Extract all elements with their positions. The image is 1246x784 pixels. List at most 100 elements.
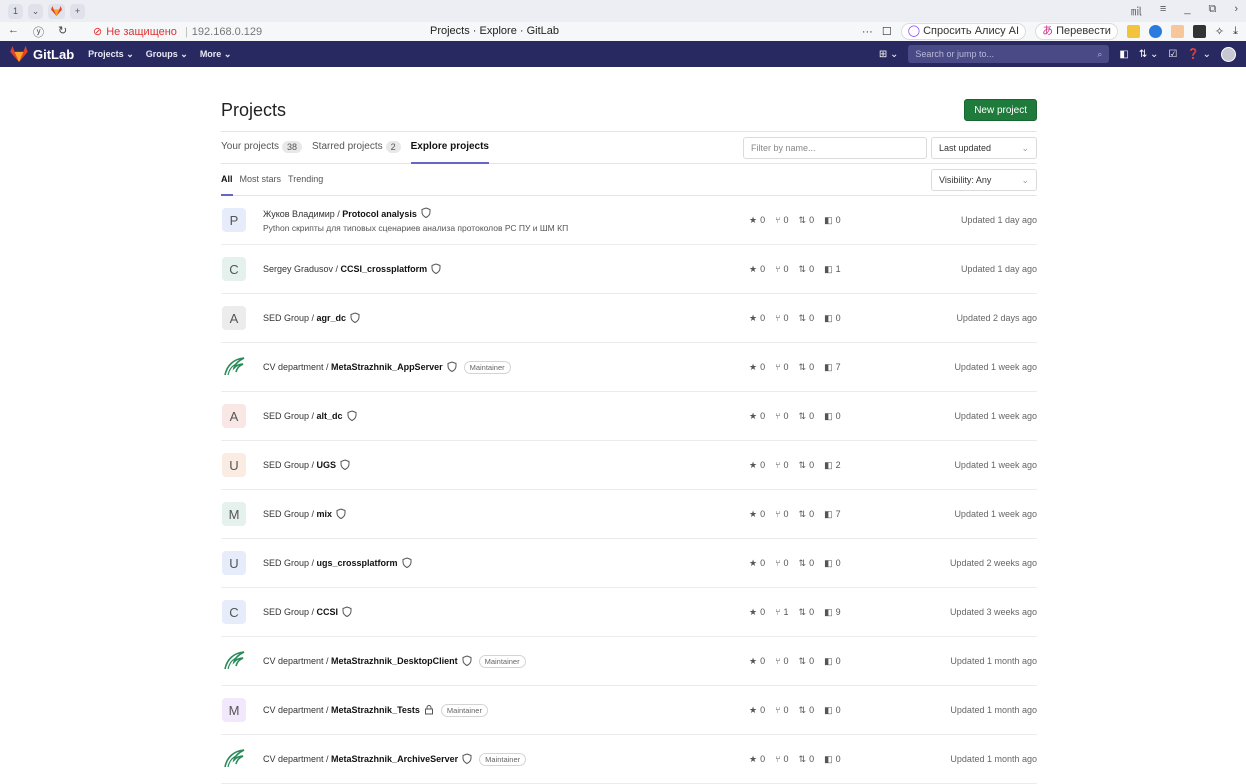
translate-button[interactable]: あ Перевести	[1035, 23, 1118, 40]
project-avatar[interactable]: C	[222, 257, 246, 281]
stars-count[interactable]: ★ 0	[749, 215, 765, 226]
yandex-icon[interactable]: ⓨ	[33, 24, 44, 40]
extension-icon[interactable]	[1126, 25, 1140, 38]
downloads-icon[interactable]: ⤓	[1233, 25, 1238, 38]
merge-requests-count[interactable]: ⇅ 0	[799, 264, 815, 275]
filter-input[interactable]: Filter by name...	[743, 137, 927, 159]
insecure-label[interactable]: Не защищено	[106, 26, 177, 38]
extension-icon[interactable]	[1170, 25, 1184, 38]
stars-count[interactable]: ★ 0	[749, 558, 765, 569]
back-icon[interactable]: ←	[8, 24, 19, 40]
stars-count[interactable]: ★ 0	[749, 705, 765, 716]
extension-icon[interactable]	[1192, 25, 1206, 38]
close-icon[interactable]: ›	[1234, 3, 1238, 19]
issues-count[interactable]: ◧ 2	[824, 460, 841, 471]
project-avatar[interactable]: A	[222, 306, 246, 330]
project-name-link[interactable]: CV department / MetaStrazhnik_DesktopCli…	[263, 654, 1037, 668]
project-logo-icon[interactable]	[222, 649, 246, 673]
issues-count[interactable]: ◧ 0	[824, 558, 841, 569]
extension-icon[interactable]	[1148, 25, 1162, 38]
project-name-link[interactable]: SED Group / UGS	[263, 458, 1037, 472]
project-name-link[interactable]: CV department / MetaStrazhnik_Tests Maint…	[263, 703, 1037, 717]
visibility-select[interactable]: Visibility: Any ⌄	[931, 169, 1037, 191]
project-row[interactable]: C Sergey Gradusov / CCSI_crossplatform ★ 0 ⑂…	[221, 245, 1037, 294]
project-row[interactable]: M SED Group / mix ★ 0 ⑂ 0 ⇅ 0 ◧ 7 Updated 1 week a…	[221, 490, 1037, 539]
tab-your-projects[interactable]: Your projects 38	[221, 131, 303, 164]
forks-count[interactable]: ⑂ 0	[775, 313, 788, 324]
issues-count[interactable]: ◧ 7	[824, 362, 841, 373]
project-row[interactable]: P Жуков Владимир / Protocol analysis Pytho…	[221, 196, 1037, 245]
project-row[interactable]: A SED Group / alt_dc ★ 0 ⑂ 0 ⇅ 0 ◧ 0 Updated 1 wee…	[221, 392, 1037, 441]
reload-icon[interactable]: ↻	[58, 24, 67, 40]
bookmark-icon[interactable]: ☐	[882, 25, 892, 38]
merge-requests-count[interactable]: ⇅ 0	[799, 313, 815, 324]
project-name-link[interactable]: Sergey Gradusov / CCSI_crossplatform	[263, 262, 1037, 276]
stars-count[interactable]: ★ 0	[749, 264, 765, 275]
tab-counter[interactable]: 1	[8, 3, 23, 19]
subtab-trending[interactable]: Trending	[288, 164, 323, 196]
stars-count[interactable]: ★ 0	[749, 754, 765, 765]
merge-requests-count[interactable]: ⇅ 0	[799, 656, 815, 667]
stars-count[interactable]: ★ 0	[749, 607, 765, 618]
forks-count[interactable]: ⑂ 0	[775, 215, 788, 226]
merge-requests-count[interactable]: ⇅ 0	[799, 558, 815, 569]
help-icon[interactable]: ❓ ⌄	[1187, 49, 1211, 60]
project-avatar[interactable]: M	[222, 698, 246, 722]
merge-requests-count[interactable]: ⇅ 0	[799, 509, 815, 520]
search-input[interactable]: Search or jump to... ⌕	[908, 45, 1110, 63]
groups-menu[interactable]: Groups ⌄	[146, 49, 188, 60]
restore-icon[interactable]: ⧉	[1208, 3, 1216, 19]
project-row[interactable]: CV department / MetaStrazhnik_DesktopCli…	[221, 637, 1037, 686]
gitlab-logo[interactable]: GitLab	[10, 46, 74, 62]
stars-count[interactable]: ★ 0	[749, 362, 765, 373]
project-row[interactable]: M CV department / MetaStrazhnik_Tests Main…	[221, 686, 1037, 735]
project-name-link[interactable]: SED Group / agr_dc	[263, 311, 1037, 325]
project-avatar[interactable]: U	[222, 453, 246, 477]
new-tab-button[interactable]: +	[70, 3, 85, 19]
issues-icon[interactable]: ◧	[1119, 49, 1128, 60]
gitlab-tab-icon[interactable]	[48, 3, 65, 19]
project-avatar[interactable]: A	[222, 404, 246, 428]
project-avatar[interactable]: U	[222, 551, 246, 575]
project-row[interactable]: C SED Group / CCSI ★ 0 ⑂ 1 ⇅ 0 ◧ 9 Updated 3 weeks…	[221, 588, 1037, 637]
project-row[interactable]: CV department / MetaStrazhnik_AppServer M…	[221, 343, 1037, 392]
merge-requests-icon[interactable]: ⇅ ⌄	[1139, 49, 1159, 60]
project-logo-icon[interactable]	[222, 747, 246, 771]
issues-count[interactable]: ◧ 0	[824, 215, 841, 226]
project-name-link[interactable]: SED Group / ugs_crossplatform	[263, 556, 1037, 570]
project-name-link[interactable]: Жуков Владимир / Protocol analysis	[263, 207, 1037, 220]
issues-count[interactable]: ◧ 0	[824, 754, 841, 765]
issues-count[interactable]: ◧ 7	[824, 509, 841, 520]
projects-menu[interactable]: Projects ⌄	[88, 49, 134, 60]
forks-count[interactable]: ⑂ 0	[775, 705, 788, 716]
project-name-link[interactable]: SED Group / alt_dc	[263, 409, 1037, 423]
issues-count[interactable]: ◧ 0	[824, 313, 841, 324]
avatar[interactable]	[1221, 46, 1236, 62]
merge-requests-count[interactable]: ⇅ 0	[799, 607, 815, 618]
merge-requests-count[interactable]: ⇅ 0	[799, 411, 815, 422]
alice-button[interactable]: ◯ Спросить Алису AI	[900, 23, 1027, 40]
subtab-most-stars[interactable]: Most stars	[240, 164, 282, 196]
merge-requests-count[interactable]: ⇅ 0	[799, 362, 815, 373]
issues-count[interactable]: ◧ 0	[824, 411, 841, 422]
tab-starred-projects[interactable]: Starred projects 2	[312, 131, 401, 164]
stars-count[interactable]: ★ 0	[749, 313, 765, 324]
merge-requests-count[interactable]: ⇅ 0	[799, 705, 815, 716]
stars-count[interactable]: ★ 0	[749, 656, 765, 667]
subtab-all[interactable]: All	[221, 164, 233, 196]
project-name-link[interactable]: CV department / MetaStrazhnik_AppServer M…	[263, 360, 1037, 374]
forks-count[interactable]: ⑂ 0	[775, 509, 788, 520]
todos-icon[interactable]: ☑	[1168, 49, 1177, 60]
tab-explore-projects[interactable]: Explore projects	[410, 131, 489, 164]
plus-icon[interactable]: ⊞ ⌄	[879, 49, 899, 60]
more-menu[interactable]: More ⌄	[200, 49, 232, 60]
merge-requests-count[interactable]: ⇅ 0	[799, 460, 815, 471]
project-name-link[interactable]: SED Group / mix	[263, 507, 1037, 521]
url-text[interactable]: 192.168.0.129	[192, 26, 262, 38]
project-row[interactable]: A SED Group / agr_dc ★ 0 ⑂ 0 ⇅ 0 ◧ 0 Updated 2 day…	[221, 294, 1037, 343]
project-name-link[interactable]: SED Group / CCSI	[263, 605, 1037, 619]
stars-count[interactable]: ★ 0	[749, 509, 765, 520]
stars-count[interactable]: ★ 0	[749, 460, 765, 471]
stars-count[interactable]: ★ 0	[749, 411, 765, 422]
forks-count[interactable]: ⑂ 0	[775, 558, 788, 569]
